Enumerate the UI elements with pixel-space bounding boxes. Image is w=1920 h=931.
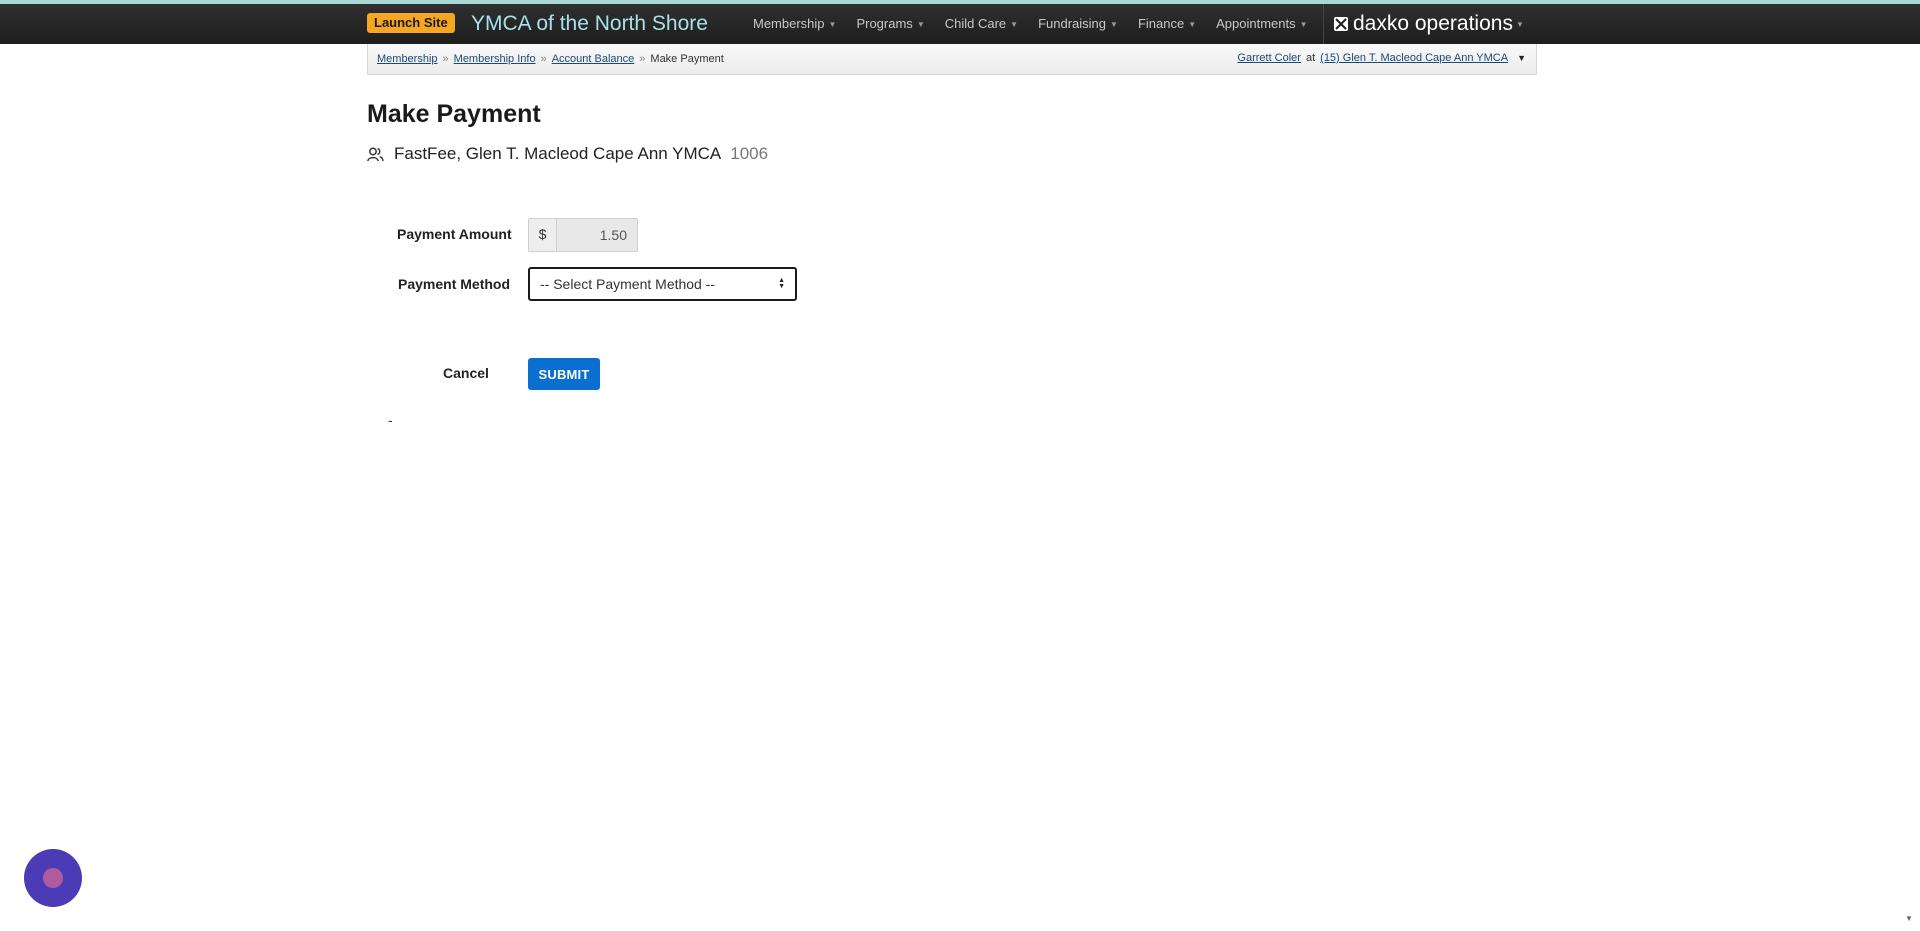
cancel-button[interactable]: Cancel bbox=[430, 365, 502, 381]
breadcrumb-bar: Membership » Membership Info » Account B… bbox=[367, 44, 1537, 75]
payment-amount-label: Payment Amount bbox=[397, 226, 512, 242]
caret-down-icon: ▼ bbox=[1010, 19, 1019, 29]
payment-amount-input[interactable] bbox=[557, 219, 637, 251]
select-arrows-icon: ▲ ▼ bbox=[778, 277, 785, 290]
caret-down-icon: ▼ bbox=[1299, 19, 1308, 29]
caret-down-icon: ▼ bbox=[1515, 19, 1524, 29]
organization-name[interactable]: YMCA of the North Shore bbox=[471, 11, 708, 37]
top-navigation-bar: Launch Site YMCA of the North Shore Memb… bbox=[0, 4, 1920, 44]
payment-amount-group: $ bbox=[528, 218, 638, 252]
breadcrumb-separator: » bbox=[639, 53, 646, 65]
breadcrumb-current: Make Payment bbox=[650, 53, 724, 65]
submit-button[interactable]: SUBMIT bbox=[528, 358, 600, 390]
currency-addon: $ bbox=[529, 219, 557, 251]
caret-down-icon: ▼ bbox=[1110, 19, 1118, 29]
nav-label: Finance bbox=[1137, 16, 1185, 31]
nav-item-fundraising[interactable]: Fundraising ▼ bbox=[1038, 4, 1118, 44]
caret-down-icon: ▼ bbox=[1188, 19, 1197, 29]
nav-item-appointments[interactable]: Appointments ▼ bbox=[1216, 4, 1307, 44]
launch-site-button[interactable]: Launch Site bbox=[367, 13, 455, 33]
chat-icon bbox=[43, 868, 63, 888]
payment-method-label: Payment Method bbox=[398, 276, 511, 292]
brand-label: daxko operations bbox=[1353, 12, 1513, 35]
payment-method-selected: -- Select Payment Method -- bbox=[540, 276, 716, 292]
page-title: Make Payment bbox=[367, 100, 541, 128]
member-name: FastFee, Glen T. Macleod Cape Ann YMCA bbox=[394, 144, 722, 163]
daxko-logo-icon bbox=[1334, 17, 1348, 31]
user-name-link[interactable]: Garrett Coler bbox=[1237, 52, 1301, 64]
breadcrumb-separator: » bbox=[442, 53, 449, 65]
location-dropdown-icon[interactable]: ▼ bbox=[1517, 53, 1526, 63]
nav-label: Child Care bbox=[944, 16, 1007, 31]
daxko-brand-menu[interactable]: daxko operations ▼ bbox=[1333, 10, 1524, 38]
chat-launcher-button[interactable] bbox=[24, 849, 82, 907]
nav-item-membership[interactable]: Membership ▼ bbox=[753, 4, 836, 44]
breadcrumb-link-account-balance[interactable]: Account Balance bbox=[552, 53, 635, 65]
payment-method-select[interactable]: -- Select Payment Method -- ▲ ▼ bbox=[528, 267, 797, 301]
breadcrumb-separator: » bbox=[540, 53, 547, 65]
breadcrumb: Membership » Membership Info » Account B… bbox=[377, 53, 724, 65]
footer-dash: - bbox=[388, 412, 393, 428]
at-text: at bbox=[1305, 52, 1316, 64]
main-nav: Membership ▼ Programs ▼ Child Care ▼ Fundra… bbox=[753, 4, 1328, 44]
nav-label: Programs bbox=[856, 16, 913, 31]
member-info: FastFee, Glen T. Macleod Cape Ann YMCA 1… bbox=[367, 144, 768, 164]
member-id: 1006 bbox=[730, 144, 769, 163]
breadcrumb-link-membership[interactable]: Membership bbox=[377, 53, 438, 65]
scroll-down-arrow-icon[interactable]: ▼ bbox=[1905, 914, 1913, 923]
breadcrumb-link-membership-info[interactable]: Membership Info bbox=[454, 53, 536, 65]
nav-item-programs[interactable]: Programs ▼ bbox=[856, 4, 924, 44]
members-icon bbox=[367, 147, 384, 161]
nav-label: Appointments bbox=[1216, 16, 1296, 31]
nav-label: Membership bbox=[753, 16, 825, 31]
caret-down-icon: ▼ bbox=[916, 19, 925, 29]
user-location-info: Garrett Coler at (15) Glen T. Macleod Ca… bbox=[1237, 52, 1526, 64]
nav-label: Fundraising bbox=[1038, 16, 1107, 31]
nav-item-child-care[interactable]: Child Care ▼ bbox=[945, 4, 1018, 44]
caret-down-icon: ▼ bbox=[828, 19, 837, 29]
nav-item-finance[interactable]: Finance ▼ bbox=[1138, 4, 1196, 44]
location-link[interactable]: (15) Glen T. Macleod Cape Ann YMCA bbox=[1320, 52, 1508, 64]
nav-divider bbox=[1323, 4, 1324, 44]
